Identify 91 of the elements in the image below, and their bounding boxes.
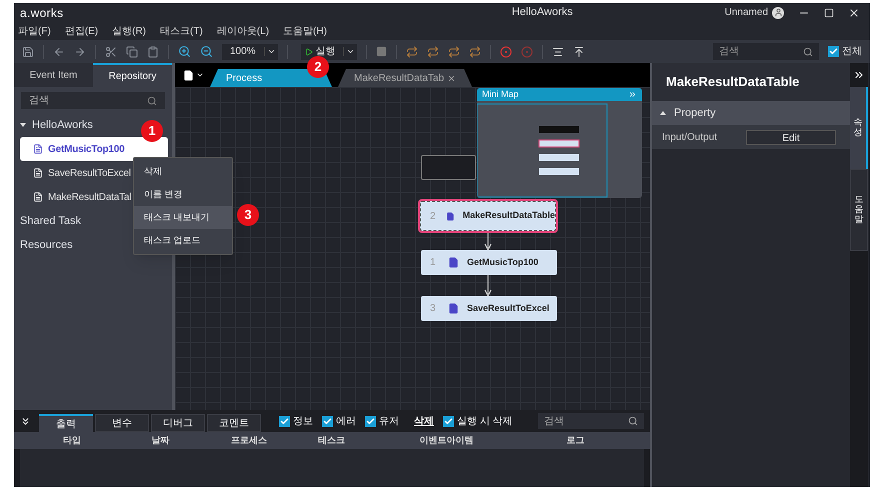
task-node[interactable]: 3 SaveResultToExcel — [421, 296, 557, 321]
tree-item[interactable]: Shared Task — [20, 212, 81, 230]
zoom-out-icon[interactable] — [200, 45, 213, 58]
caret-icon[interactable] — [266, 47, 276, 56]
output-tab[interactable]: 변수 — [95, 414, 149, 432]
file-icon — [448, 257, 459, 268]
paste-icon[interactable] — [147, 46, 159, 58]
stop-icon[interactable] — [376, 46, 387, 57]
section-title[interactable]: Property — [674, 104, 716, 122]
checkbox[interactable] — [443, 416, 454, 426]
document-tab[interactable]: MakeResultDataTab — [338, 69, 472, 87]
search-field[interactable]: 검색 — [713, 43, 819, 60]
cut-icon[interactable] — [105, 46, 117, 58]
checkbox-label: 정보 — [293, 414, 313, 428]
menu-item[interactable]: 도움말(H) — [283, 24, 327, 38]
side-tab[interactable]: 속성 — [850, 87, 868, 169]
checkbox[interactable] — [322, 416, 333, 426]
file-icon — [33, 192, 43, 202]
close-icon[interactable] — [848, 6, 860, 18]
user-name[interactable]: Unnamed — [724, 5, 768, 20]
save-icon[interactable] — [22, 46, 34, 58]
menu-item[interactable]: 레이아웃(L) — [216, 24, 270, 38]
file-icon — [33, 168, 43, 178]
panel-tab[interactable]: Event Item — [14, 63, 93, 87]
checkbox-label: 전체 — [842, 45, 862, 59]
tree-item[interactable]: GetMusicTop100 — [20, 137, 168, 161]
task-node[interactable]: 2 MakeResultDataTable — [420, 201, 556, 231]
menu-item[interactable]: 삭제 — [134, 160, 232, 183]
undo-icon[interactable] — [53, 46, 65, 58]
checkbox[interactable] — [279, 416, 290, 426]
column-header[interactable]: 테스크 — [289, 432, 374, 449]
column-header[interactable]: 타입 — [32, 432, 112, 449]
align-top-icon[interactable] — [572, 46, 585, 58]
close-tab-icon[interactable] — [447, 74, 456, 82]
file-icon — [448, 303, 459, 314]
maximize-icon[interactable] — [824, 8, 834, 18]
expand-caret-icon[interactable] — [20, 123, 26, 127]
copy-icon[interactable] — [126, 46, 138, 58]
column-header[interactable]: 날짜 — [112, 432, 209, 449]
menu-item[interactable]: 편집(E) — [64, 24, 98, 38]
property-label: Input/Output — [662, 130, 718, 144]
menu-item[interactable]: 태스크(T) — [160, 24, 203, 38]
app-logo: a.works — [20, 4, 64, 22]
task-node[interactable]: 1 GetMusicTop100 — [421, 250, 557, 275]
zoom-dropdown[interactable]: 100% — [222, 44, 278, 60]
avatar-icon — [772, 6, 784, 18]
menu-item[interactable]: 태스크 업로드 — [134, 229, 232, 252]
menu-item[interactable]: 실행(R) — [112, 24, 146, 38]
expand-panel-icon[interactable] — [853, 69, 865, 81]
checkbox-label: 실행 시 삭제 — [457, 414, 513, 428]
checkbox[interactable] — [365, 416, 376, 426]
column-header[interactable]: 프로세스 — [209, 432, 289, 449]
file-icon — [33, 144, 43, 154]
file-icon — [446, 210, 455, 222]
checkbox-label: 에러 — [336, 414, 356, 428]
zoom-in-icon[interactable] — [178, 45, 191, 58]
collapse-panel-icon[interactable] — [20, 416, 31, 426]
tree-item[interactable]: Resources — [20, 236, 73, 254]
caret-icon[interactable] — [196, 71, 204, 79]
output-tab[interactable]: 디버그 — [151, 414, 205, 432]
search-field[interactable]: 검색 — [538, 413, 644, 429]
redo-icon[interactable] — [74, 46, 86, 58]
menu-item[interactable]: 이름 변경 — [134, 183, 232, 206]
side-tab[interactable]: 도움말 — [850, 169, 868, 251]
column-header[interactable]: 로그 — [519, 432, 632, 449]
start-node[interactable] — [421, 155, 476, 180]
mini-map-title: Mini Map — [482, 88, 520, 101]
search-icon[interactable] — [628, 416, 638, 426]
tree-item[interactable]: HelloAworks — [32, 116, 93, 134]
window-title: HelloAworks — [510, 5, 574, 20]
new-document-icon[interactable] — [183, 70, 194, 80]
menu-item[interactable]: 파일(F) — [18, 24, 51, 38]
checkbox-label: 유저 — [379, 414, 399, 428]
checkbox[interactable] — [828, 46, 839, 57]
collapse-caret-icon[interactable] — [660, 111, 666, 115]
column-header[interactable]: 이벤트아이템 — [374, 432, 519, 449]
output-tab[interactable]: 코멘트 — [207, 414, 261, 432]
panel-title: MakeResultDataTable — [666, 73, 800, 92]
panel-tab[interactable]: Repository — [93, 63, 172, 87]
caret-icon[interactable] — [346, 47, 355, 56]
search-icon[interactable] — [147, 96, 157, 106]
menu-item[interactable]: 태스크 내보내기 — [134, 206, 232, 229]
align-icon[interactable] — [552, 46, 564, 58]
clear-link[interactable]: 삭제 — [414, 414, 434, 428]
edit-button[interactable]: Edit — [746, 130, 836, 144]
search-icon[interactable] — [803, 46, 813, 56]
run-button[interactable]: 실행 — [300, 44, 357, 60]
search-field[interactable]: 검색 — [21, 92, 165, 109]
collapse-icon[interactable] — [628, 90, 637, 99]
output-tab[interactable]: 출력 — [39, 414, 93, 432]
play-icon — [304, 48, 313, 56]
